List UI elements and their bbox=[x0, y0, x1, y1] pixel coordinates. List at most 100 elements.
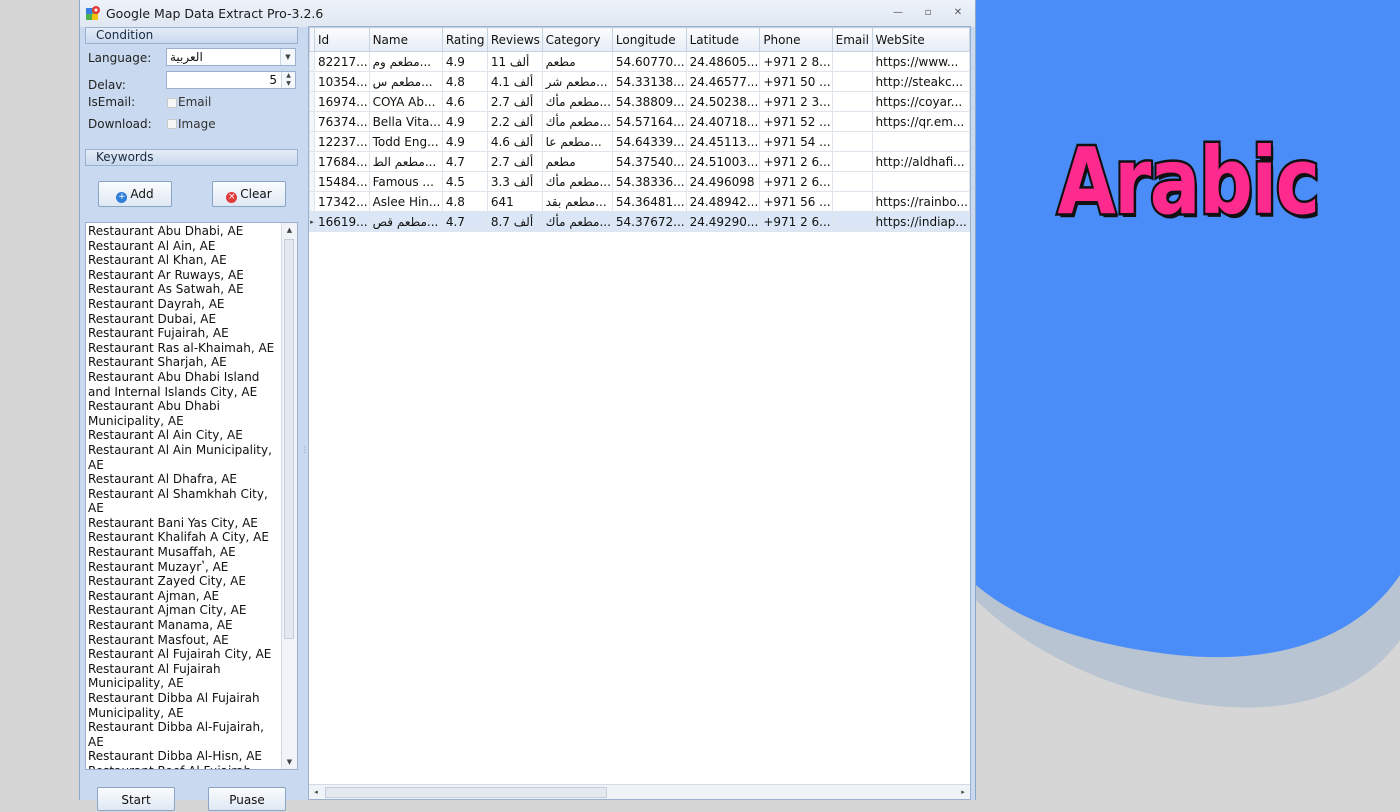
table-row[interactable]: 12237... Todd Eng... 4.9 4.6 ألف مطعم عا... 5… bbox=[309, 131, 970, 152]
table-cell[interactable]: Aslee Hin... bbox=[368, 191, 443, 212]
table-cell[interactable]: مطعم الط... bbox=[368, 151, 443, 172]
table-cell[interactable]: 4.9 bbox=[441, 131, 488, 152]
table-cell[interactable]: 24.51003... bbox=[685, 151, 761, 172]
table-cell[interactable]: 4.8 bbox=[441, 191, 488, 212]
minimize-button[interactable]: — bbox=[888, 6, 908, 20]
start-button[interactable]: Start bbox=[97, 787, 175, 811]
table-cell[interactable] bbox=[831, 111, 873, 132]
table-cell[interactable]: 24.45113... bbox=[685, 131, 761, 152]
column-header[interactable]: Id bbox=[313, 27, 370, 52]
table-cell[interactable]: +971 2 6... bbox=[759, 151, 833, 172]
table-cell[interactable]: https://coyar... bbox=[871, 91, 970, 112]
list-item[interactable]: Restaurant Al Dhafra, AE bbox=[88, 472, 280, 487]
table-cell[interactable]: Todd Eng... bbox=[368, 131, 443, 152]
column-header[interactable]: Rating bbox=[441, 27, 488, 52]
table-cell[interactable]: 2.2 ألف bbox=[486, 111, 543, 132]
table-cell[interactable]: مطعم مأك... bbox=[541, 211, 613, 232]
list-item[interactable]: Restaurant Abu Dhabi, AE bbox=[88, 224, 280, 239]
table-cell[interactable]: مطعم مأك... bbox=[541, 111, 613, 132]
table-cell[interactable]: 24.49290... bbox=[685, 211, 761, 232]
table-cell[interactable]: +971 52 ... bbox=[759, 111, 833, 132]
table-cell[interactable] bbox=[831, 171, 873, 192]
list-item[interactable]: Restaurant Reef Al Fujairah City, AE bbox=[88, 764, 280, 769]
table-cell[interactable]: https://qr.em... bbox=[871, 111, 970, 132]
table-cell[interactable]: +971 2 8... bbox=[759, 51, 833, 72]
table-cell[interactable]: 16974... bbox=[313, 91, 370, 112]
column-header[interactable]: Email bbox=[831, 27, 873, 52]
list-item[interactable]: Restaurant Bani Yas City, AE bbox=[88, 516, 280, 531]
list-item[interactable]: Restaurant Ar Ruways, AE bbox=[88, 268, 280, 283]
table-cell[interactable]: +971 54 ... bbox=[759, 131, 833, 152]
list-item[interactable]: Restaurant Abu Dhabi Island and Internal… bbox=[88, 370, 280, 399]
table-cell[interactable] bbox=[831, 151, 873, 172]
add-button[interactable]: + Add bbox=[98, 181, 172, 207]
table-cell[interactable] bbox=[831, 131, 873, 152]
table-cell[interactable]: COYA Ab... bbox=[368, 91, 443, 112]
table-cell[interactable]: 24.48942... bbox=[685, 191, 761, 212]
table-cell[interactable]: 54.64339... bbox=[611, 131, 687, 152]
table-cell[interactable]: +971 2 6... bbox=[759, 171, 833, 192]
table-cell[interactable]: 54.60770... bbox=[611, 51, 687, 72]
table-cell[interactable]: 4.7 bbox=[441, 211, 488, 232]
table-cell[interactable]: 4.9 bbox=[441, 111, 488, 132]
pause-button[interactable]: Puase bbox=[208, 787, 286, 811]
table-cell[interactable]: 11 ألف bbox=[486, 51, 543, 72]
table-cell[interactable]: 54.37540... bbox=[611, 151, 687, 172]
table-cell[interactable]: 54.38809... bbox=[611, 91, 687, 112]
list-item[interactable]: Restaurant Al Ain, AE bbox=[88, 239, 280, 254]
table-cell[interactable]: مطعم bbox=[541, 51, 613, 72]
image-checkbox[interactable] bbox=[167, 119, 177, 129]
table-cell[interactable]: 24.496098 bbox=[685, 171, 761, 192]
table-cell[interactable]: https://indiap... bbox=[871, 211, 970, 232]
table-cell[interactable]: https://rainbo... bbox=[871, 191, 970, 212]
table-cell[interactable] bbox=[871, 131, 970, 152]
table-cell[interactable]: 15484... bbox=[313, 171, 370, 192]
table-cell[interactable]: Famous ... bbox=[368, 171, 443, 192]
list-item[interactable]: Restaurant Musaffah, AE bbox=[88, 545, 280, 560]
list-item[interactable]: Restaurant Zayed City, AE bbox=[88, 574, 280, 589]
table-cell[interactable]: 2.7 ألف bbox=[486, 91, 543, 112]
column-header[interactable]: WebSite bbox=[871, 27, 970, 52]
table-cell[interactable]: مطعم مأك... bbox=[541, 171, 613, 192]
list-item[interactable]: Restaurant Dibba Al-Hisn, AE bbox=[88, 749, 280, 764]
table-cell[interactable]: 4.5 bbox=[441, 171, 488, 192]
table-cell[interactable]: 4.9 bbox=[441, 51, 488, 72]
table-cell[interactable]: 4.1 ألف bbox=[486, 71, 543, 92]
table-cell[interactable]: مطعم bbox=[541, 151, 613, 172]
list-item[interactable]: Restaurant Al Fujairah Municipality, AE bbox=[88, 662, 280, 691]
table-cell[interactable]: 17684... bbox=[313, 151, 370, 172]
list-item[interactable]: Restaurant Sharjah, AE bbox=[88, 355, 280, 370]
list-item[interactable]: Restaurant Ras al-Khaimah, AE bbox=[88, 341, 280, 356]
table-row[interactable]: 82217... مطعم وم... 4.9 11 ألف مطعم 54.60770.… bbox=[309, 51, 970, 72]
email-checkbox[interactable] bbox=[167, 98, 177, 108]
table-cell[interactable]: http://steakc... bbox=[871, 71, 970, 92]
table-cell[interactable]: 54.33138... bbox=[611, 71, 687, 92]
table-cell[interactable]: 54.37672... bbox=[611, 211, 687, 232]
column-header[interactable]: Name bbox=[368, 27, 443, 52]
list-item[interactable]: Restaurant Dibba Al-Fujairah, AE bbox=[88, 720, 280, 749]
table-cell[interactable]: https://www... bbox=[871, 51, 970, 72]
list-item[interactable]: Restaurant Masfout, AE bbox=[88, 633, 280, 648]
restore-button[interactable]: ▫ bbox=[918, 6, 938, 20]
spin-arrows-icon[interactable]: ▲ ▼ bbox=[281, 72, 295, 88]
table-cell[interactable] bbox=[831, 51, 873, 72]
table-cell[interactable]: مطعم مأك... bbox=[541, 91, 613, 112]
table-cell[interactable]: 2.7 ألف bbox=[486, 151, 543, 172]
keyword-scrollbar[interactable]: ▲ ▼ bbox=[281, 223, 297, 769]
keyword-list[interactable]: Restaurant Abu Dhabi, AE Restaurant Al Ai… bbox=[85, 222, 298, 770]
table-cell[interactable]: +971 50 ... bbox=[759, 71, 833, 92]
table-cell[interactable]: 10354... bbox=[313, 71, 370, 92]
table-row[interactable]: 16974... COYA Ab... 4.6 2.7 ألف مطعم مأك... 5… bbox=[309, 91, 970, 112]
table-cell[interactable]: +971 2 3... bbox=[759, 91, 833, 112]
scroll-right-icon[interactable]: ▸ bbox=[956, 785, 970, 799]
table-cell[interactable]: مطعم وم... bbox=[368, 51, 443, 72]
delay-stepper[interactable]: 5 ▲ ▼ bbox=[166, 71, 296, 89]
table-cell[interactable]: 17342... bbox=[313, 191, 370, 212]
list-item[interactable]: Restaurant Al Ain Municipality, AE bbox=[88, 443, 280, 472]
table-cell[interactable]: 3.3 ألف bbox=[486, 171, 543, 192]
list-item[interactable]: Restaurant Abu Dhabi Municipality, AE bbox=[88, 399, 280, 428]
table-row[interactable]: 17684... مطعم الط... 4.7 2.7 ألف مطعم 54.3754… bbox=[309, 151, 970, 172]
grid-scroll-thumb[interactable] bbox=[325, 787, 607, 798]
table-cell[interactable]: 8.7 ألف bbox=[486, 211, 543, 232]
table-cell[interactable]: +971 2 6... bbox=[759, 211, 833, 232]
